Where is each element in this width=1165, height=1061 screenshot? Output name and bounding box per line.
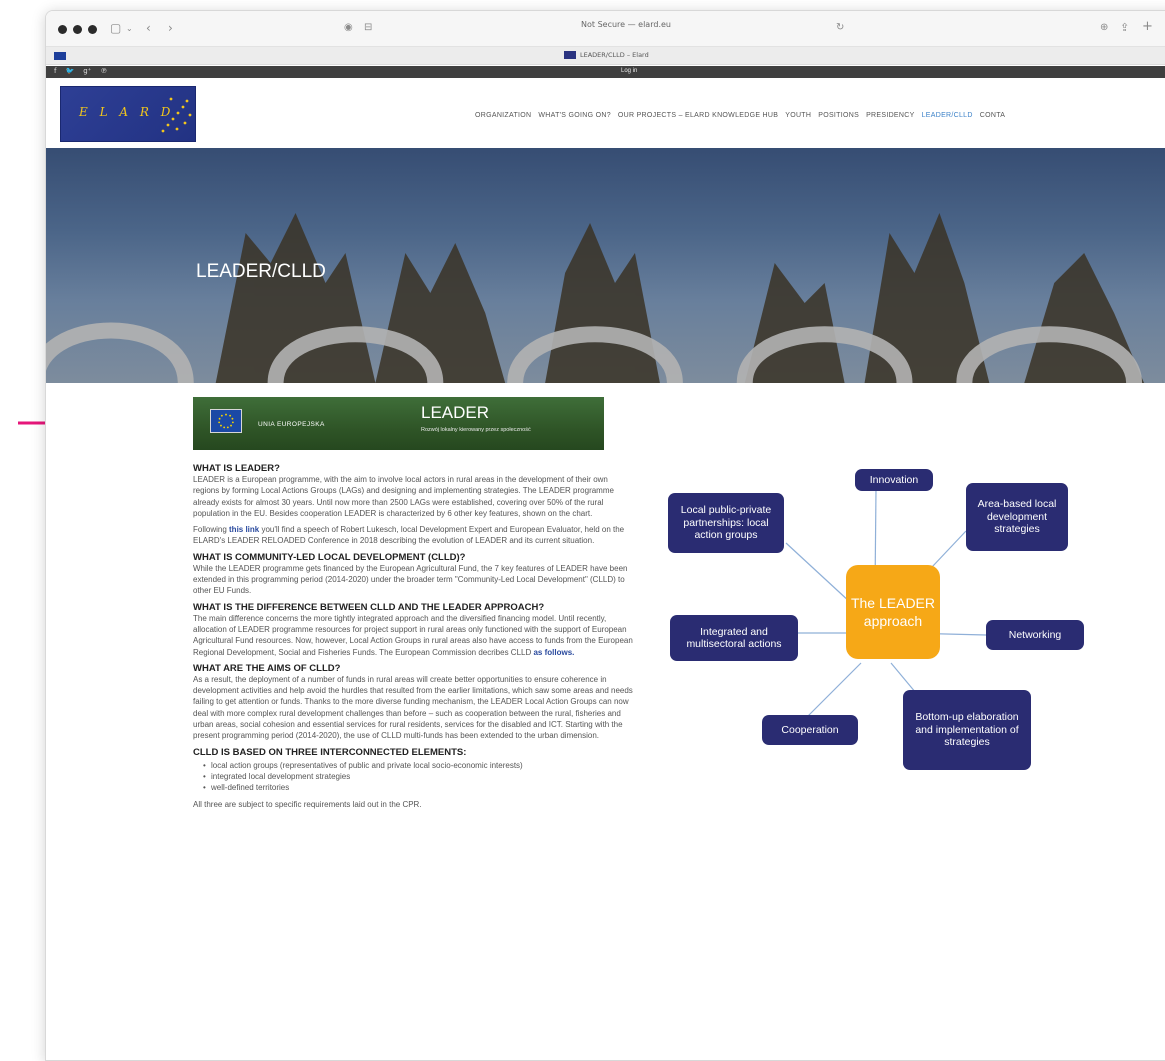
list-item: local action groups (representatives of … — [203, 760, 633, 772]
node-leader-approach: The LEADER approach — [846, 565, 940, 659]
browser-titlebar: ▢ ⌄ ‹ › ◉ ⊟ Not Secure — elard.eu ↻ ⊕ ⇪ … — [46, 11, 1165, 47]
social-links: f 🐦 g⁺ ℗ — [54, 67, 107, 75]
eu-label: UNIA EUROPEJSKA — [258, 421, 325, 428]
hero-banner: LEADER/CLLD — [46, 148, 1165, 383]
sidebar-toggle-icon[interactable]: ▢ — [110, 21, 121, 35]
nav-whats-going-on[interactable]: WHAT'S GOING ON? — [538, 112, 611, 119]
paragraph-what-is-clld: While the LEADER programme gets financed… — [193, 563, 628, 596]
reader-icon[interactable]: ⊟ — [364, 22, 372, 33]
new-tab-icon[interactable]: + — [1142, 19, 1153, 34]
download-icon[interactable]: ⊕ — [1100, 22, 1108, 33]
main-nav: ORGANIZATION WHAT'S GOING ON? OUR PROJEC… — [475, 112, 1005, 119]
main-content: UNIA EUROPEJSKA LEADER Rozwój lokalny ki… — [46, 383, 1165, 1060]
heading-aims: WHAT ARE THE AIMS OF CLLD? — [193, 662, 341, 674]
tab-leader-clld[interactable]: LEADER/CLLD – Elard — [564, 51, 649, 59]
share-icon[interactable]: ⇪ — [1120, 21, 1129, 34]
tab-bar: LEADER/CLLD – Elard — [46, 47, 1165, 65]
banner-title: LEADER — [421, 403, 490, 422]
eu-flag-icon — [210, 409, 242, 433]
nav-youth[interactable]: YOUTH — [785, 112, 811, 119]
site-header: E L A R D ORGANIZATION WHAT'S GOING ON? … — [46, 78, 1165, 148]
chevron-down-icon[interactable]: ⌄ — [126, 24, 133, 33]
forward-icon[interactable]: › — [168, 21, 173, 35]
page-title: LEADER/CLLD — [196, 261, 326, 282]
leader-banner: UNIA EUROPEJSKA LEADER Rozwój lokalny ki… — [193, 397, 604, 450]
heading-three-elements: CLLD IS BASED ON THREE INTERCONNECTED EL… — [193, 746, 467, 758]
paragraph-difference: The main difference concerns the more ti… — [193, 613, 633, 658]
browser-window: ▢ ⌄ ‹ › ◉ ⊟ Not Secure — elard.eu ↻ ⊕ ⇪ … — [45, 10, 1165, 1061]
google-plus-icon[interactable]: g⁺ — [83, 67, 91, 75]
privacy-shield-icon[interactable]: ◉ — [344, 22, 353, 33]
article: WHAT IS LEADER? LEADER is a European pro… — [193, 459, 633, 815]
login-link[interactable]: Log in — [621, 68, 637, 74]
elements-list: local action groups (representatives of … — [193, 760, 633, 794]
reload-icon[interactable]: ↻ — [836, 22, 844, 33]
paragraph-aims: As a result, the deployment of a number … — [193, 674, 633, 741]
facebook-icon[interactable]: f — [54, 67, 56, 75]
heading-difference: WHAT IS THE DIFFERENCE BETWEEN CLLD AND … — [193, 601, 545, 613]
list-item: integrated local development strategies — [203, 771, 633, 783]
banner-subtitle: Rozwój lokalny kierowany przez społeczno… — [421, 427, 531, 433]
site-topbar: f 🐦 g⁺ ℗ Log in — [46, 66, 1165, 78]
node-integrated-actions: Integrated and multisectoral actions — [670, 615, 798, 661]
nav-contact[interactable]: CONTA — [980, 112, 1005, 119]
pinterest-icon[interactable]: ℗ — [100, 67, 107, 75]
node-bottom-up: Bottom-up elaboration and implementation… — [903, 690, 1031, 770]
window-controls[interactable] — [58, 25, 97, 34]
elard-logo[interactable]: E L A R D — [60, 86, 196, 142]
nav-organization[interactable]: ORGANIZATION — [475, 112, 531, 119]
address-bar[interactable]: Not Secure — elard.eu — [526, 20, 726, 29]
node-networking: Networking — [986, 620, 1084, 650]
tab-title: LEADER/CLLD – Elard — [580, 51, 649, 59]
hero-background-image — [46, 213, 1145, 383]
nav-our-projects[interactable]: OUR PROJECTS – ELARD KNOWLEDGE HUB — [618, 112, 778, 119]
back-icon[interactable]: ‹ — [146, 21, 151, 35]
paragraph-speech: Following this link you'll find a speech… — [193, 524, 633, 547]
nav-presidency[interactable]: PRESIDENCY — [866, 112, 915, 119]
as-follows-link[interactable]: as follows. — [533, 648, 574, 657]
stars-icon — [161, 97, 192, 133]
node-local-partnerships: Local public-private partnerships: local… — [668, 493, 784, 553]
nav-leader-clld[interactable]: LEADER/CLLD — [922, 112, 973, 119]
paragraph-what-is-leader: LEADER is a European programme, with the… — [193, 475, 614, 518]
nav-positions[interactable]: POSITIONS — [818, 112, 859, 119]
eu-flag-favicon — [54, 52, 66, 60]
paragraph-speech-pre: Following — [193, 525, 230, 535]
heading-what-is-clld: WHAT IS COMMUNITY-LED LOCAL DEVELOPMENT … — [193, 551, 466, 563]
paragraph-cpr: All three are subject to specific requir… — [193, 799, 422, 809]
minimize-window-button[interactable] — [73, 25, 82, 34]
list-item: well-defined territories — [203, 782, 633, 794]
zoom-window-button[interactable] — [88, 25, 97, 34]
heading-what-is-leader: WHAT IS LEADER? — [193, 463, 280, 474]
favicon-icon — [564, 51, 576, 59]
node-area-based-strategies: Area-based local development strategies — [966, 483, 1068, 551]
leader-approach-diagram: Innovation Area-based local development … — [626, 463, 1084, 793]
close-window-button[interactable] — [58, 25, 67, 34]
twitter-icon[interactable]: 🐦 — [65, 67, 74, 75]
node-cooperation: Cooperation — [762, 715, 858, 745]
node-innovation: Innovation — [855, 469, 933, 491]
this-link[interactable]: this link — [229, 525, 259, 534]
